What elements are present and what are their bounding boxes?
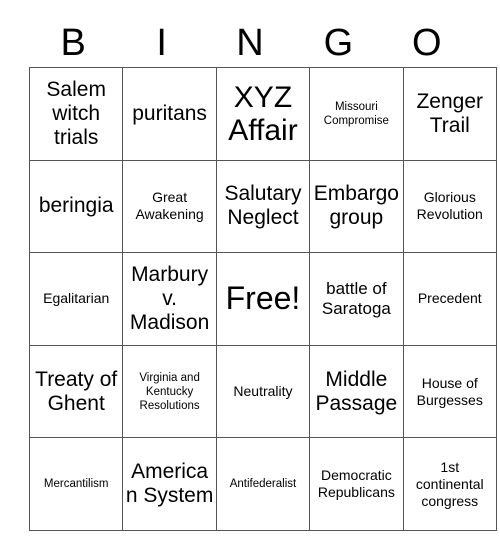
bingo-row: Salem witch trials puritans XYZ Affair Miss… [28, 67, 497, 161]
bingo-card: B I N G O Salem witch trials puritans XYZ … [28, 18, 497, 531]
bingo-free-space[interactable]: Free! [215, 252, 311, 346]
bingo-cell[interactable]: Middle Passage [309, 344, 404, 439]
bingo-cell[interactable]: Precedent [402, 252, 497, 346]
bingo-cell[interactable]: Embargo group [309, 159, 404, 254]
bingo-row: Treaty of Ghent Virginia and Kentucky Res… [28, 344, 497, 439]
bingo-cell[interactable]: Salem witch trials [28, 67, 124, 161]
bingo-cell[interactable]: puritans [122, 67, 217, 161]
bingo-row: Egalitarian Marbury v. Madison Free! battle… [28, 252, 497, 346]
bingo-row: Mercantilism American System Antifederalis… [28, 437, 497, 531]
bingo-cell[interactable]: 1st continental congress [402, 437, 497, 531]
bingo-row: beringia Great Awakening Salutary Neglect E… [28, 159, 497, 254]
bingo-header-letter-o: O [412, 21, 442, 64]
bingo-cell[interactable]: XYZ Affair [215, 67, 311, 161]
bingo-header-letter-g: G [323, 21, 354, 64]
bingo-cell[interactable]: Salutary Neglect [215, 159, 311, 254]
bingo-cell[interactable]: Marbury v. Madison [122, 252, 217, 346]
bingo-header-letter-b: B [60, 21, 86, 64]
bingo-cell[interactable]: battle of Saratoga [309, 252, 404, 346]
bingo-cell[interactable]: House of Burgesses [402, 344, 497, 439]
bingo-cell[interactable]: Missouri Compromise [309, 67, 404, 161]
bingo-cell[interactable]: American System [122, 437, 217, 531]
bingo-cell[interactable]: Treaty of Ghent [28, 344, 124, 439]
bingo-header-row: B I N G O [29, 18, 471, 67]
bingo-header-letter-n: N [236, 21, 264, 64]
bingo-cell[interactable]: Neutrality [215, 344, 311, 439]
bingo-cell[interactable]: Mercantilism [28, 437, 124, 531]
bingo-grid: Salem witch trials puritans XYZ Affair Miss… [28, 67, 497, 531]
bingo-cell[interactable]: Democratic Republicans [309, 437, 404, 531]
bingo-cell[interactable]: beringia [28, 159, 124, 254]
bingo-header-letter-i: I [156, 21, 167, 64]
bingo-cell[interactable]: Egalitarian [28, 252, 124, 346]
bingo-cell[interactable]: Antifederalist [215, 437, 311, 531]
bingo-cell[interactable]: Glorious Revolution [402, 159, 497, 254]
bingo-cell[interactable]: Zenger Trail [402, 67, 497, 161]
bingo-cell[interactable]: Virginia and Kentucky Resolutions [122, 344, 217, 439]
bingo-cell[interactable]: Great Awakening [122, 159, 217, 254]
